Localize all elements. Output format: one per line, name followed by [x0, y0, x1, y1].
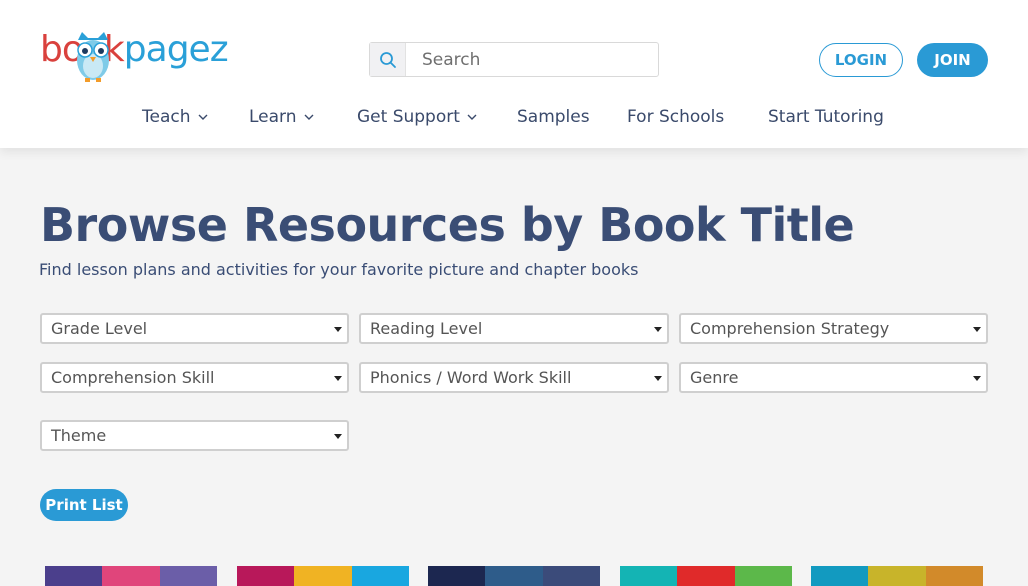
- card-band: [542, 566, 600, 586]
- owl-mascot-icon: [77, 32, 109, 82]
- card-band: [159, 566, 217, 586]
- nav-item-start-tutoring[interactable]: Start Tutoring: [768, 107, 884, 127]
- page-title: Browse Resources by Book Title: [40, 198, 855, 252]
- dropdown-arrow-icon: [334, 434, 342, 439]
- dropdown-arrow-icon: [654, 327, 662, 332]
- nav-item-get-support[interactable]: Get Support: [357, 107, 477, 127]
- dropdown-arrow-icon: [973, 327, 981, 332]
- search-bar: [369, 42, 659, 77]
- logo-wordmark: bookpagez: [40, 29, 229, 70]
- card-band: [294, 566, 352, 586]
- phonics-word-work-select[interactable]: Phonics / Word Work Skill: [359, 362, 669, 393]
- card-band: [428, 566, 486, 586]
- card-band: [811, 566, 869, 586]
- nav-item-for-schools[interactable]: For Schools: [627, 107, 724, 127]
- nav-item-teach[interactable]: Teach: [142, 107, 208, 127]
- book-card[interactable]: [237, 566, 409, 586]
- nav-item-label: Teach: [142, 107, 191, 127]
- site-header: bookpagez LOGIN JOIN Teach: [0, 0, 1028, 148]
- main-nav: Teach Learn Get Support Samples For Scho…: [0, 107, 1028, 131]
- select-label: Theme: [51, 426, 107, 445]
- select-label: Comprehension Skill: [51, 368, 215, 387]
- dropdown-arrow-icon: [973, 376, 981, 381]
- grade-level-select[interactable]: Grade Level: [40, 313, 349, 344]
- bookpagez-logo[interactable]: bookpagez: [40, 28, 245, 84]
- login-button[interactable]: LOGIN: [819, 43, 903, 77]
- card-band: [45, 566, 103, 586]
- reading-level-select[interactable]: Reading Level: [359, 313, 669, 344]
- select-label: Comprehension Strategy: [690, 319, 890, 338]
- join-button[interactable]: JOIN: [917, 43, 988, 77]
- card-band: [485, 566, 543, 586]
- print-list-button[interactable]: Print List: [40, 489, 128, 521]
- book-card[interactable]: [620, 566, 792, 586]
- dropdown-arrow-icon: [654, 376, 662, 381]
- comprehension-strategy-select[interactable]: Comprehension Strategy: [679, 313, 988, 344]
- search-icon: [379, 51, 396, 68]
- nav-item-samples[interactable]: Samples: [517, 107, 590, 127]
- select-label: Reading Level: [370, 319, 483, 338]
- dropdown-arrow-icon: [334, 327, 342, 332]
- dropdown-arrow-icon: [334, 376, 342, 381]
- chevron-down-icon: [467, 114, 477, 120]
- genre-select[interactable]: Genre: [679, 362, 988, 393]
- card-band: [868, 566, 926, 586]
- book-card[interactable]: [811, 566, 983, 586]
- nav-item-label: Samples: [517, 107, 590, 127]
- theme-select[interactable]: Theme: [40, 420, 349, 451]
- chevron-down-icon: [304, 114, 314, 120]
- book-card[interactable]: [428, 566, 600, 586]
- card-band: [734, 566, 792, 586]
- select-label: Genre: [690, 368, 739, 387]
- search-input[interactable]: [406, 43, 658, 76]
- page-subtitle: Find lesson plans and activities for you…: [39, 260, 639, 279]
- nav-item-label: Get Support: [357, 107, 460, 127]
- chevron-down-icon: [198, 114, 207, 120]
- nav-item-label: Start Tutoring: [768, 107, 884, 127]
- card-band: [351, 566, 409, 586]
- card-band: [237, 566, 295, 586]
- card-band: [677, 566, 735, 586]
- card-band: [620, 566, 678, 586]
- nav-item-label: Learn: [249, 107, 297, 127]
- nav-item-label: For Schools: [627, 107, 725, 127]
- nav-item-learn[interactable]: Learn: [249, 107, 314, 127]
- search-button[interactable]: [370, 43, 406, 76]
- card-band: [925, 566, 983, 586]
- card-band: [102, 566, 160, 586]
- select-label: Grade Level: [51, 319, 148, 338]
- book-card[interactable]: [45, 566, 217, 586]
- select-label: Phonics / Word Work Skill: [370, 368, 572, 387]
- comprehension-skill-select[interactable]: Comprehension Skill: [40, 362, 349, 393]
